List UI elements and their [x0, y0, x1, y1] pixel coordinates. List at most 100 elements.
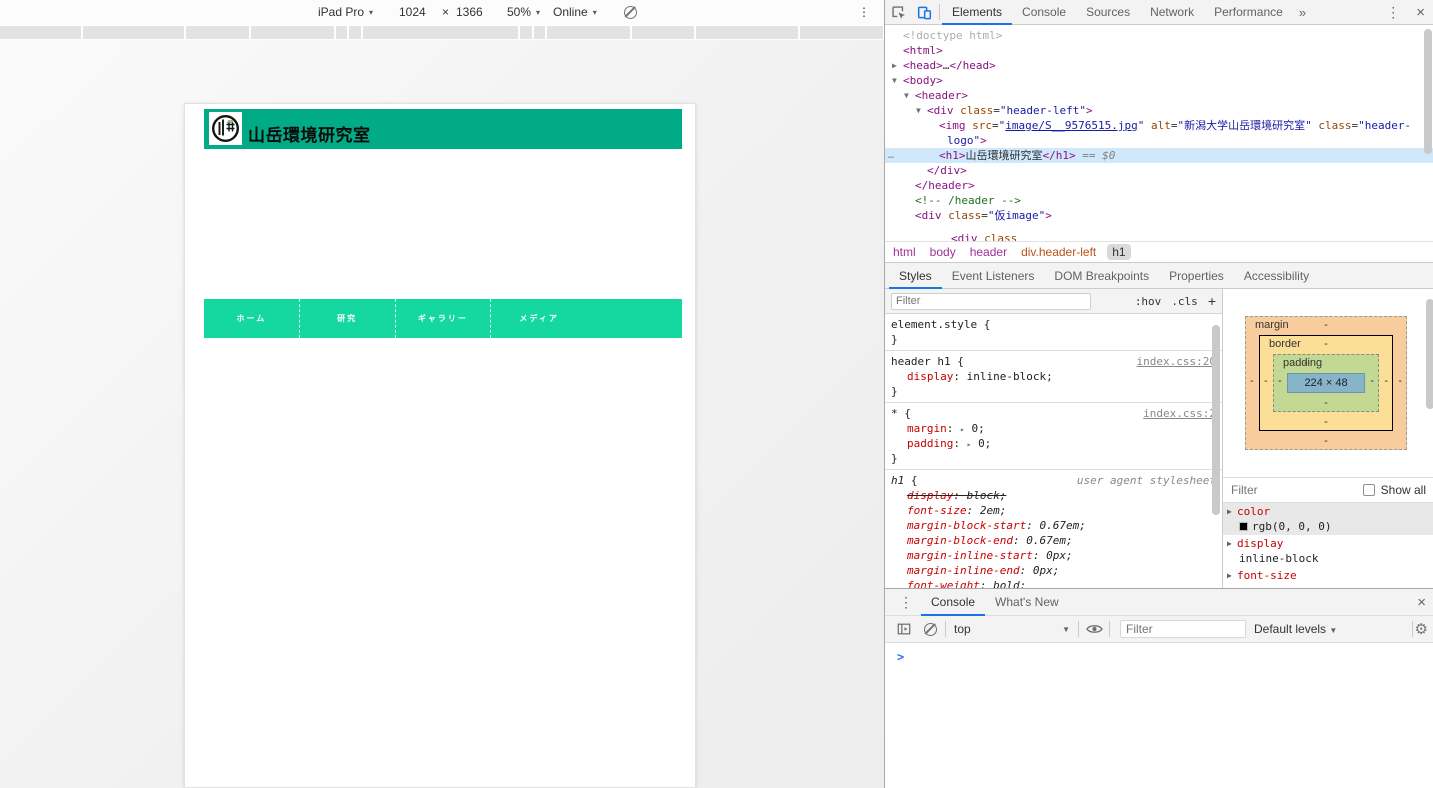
- style-property[interactable]: padding: ▸ 0;: [891, 436, 1216, 451]
- breadcrumb-item-body[interactable]: body: [930, 245, 956, 259]
- breadcrumb-item-header[interactable]: header: [970, 245, 1007, 259]
- nav-item-0[interactable]: ホーム: [204, 299, 300, 338]
- tree-row[interactable]: <img src="image/S__9576515.jpg" alt="新潟大…: [885, 118, 1433, 133]
- expand-arrow-icon[interactable]: ▶: [1227, 504, 1232, 519]
- tree-row[interactable]: ▼<header>: [885, 88, 1433, 103]
- viewport-height-field[interactable]: 1366: [456, 0, 483, 25]
- media-query-segment[interactable]: [83, 26, 184, 39]
- throttling-select[interactable]: Online▾: [553, 0, 597, 25]
- viewport-width-field[interactable]: 1024: [399, 0, 426, 25]
- expand-arrow-icon[interactable]: ▼: [904, 88, 909, 103]
- styles-filter-input[interactable]: [891, 293, 1091, 310]
- media-query-segment[interactable]: [547, 26, 630, 39]
- console-output[interactable]: >: [885, 643, 1433, 788]
- box-model-diagram[interactable]: margin - - - - border - - - - padding -: [1223, 289, 1433, 477]
- rule-selector[interactable]: h1: [891, 474, 904, 487]
- media-query-segment[interactable]: [186, 26, 249, 39]
- styles-scrollbar[interactable]: [1212, 325, 1220, 585]
- sidebar-tab-accessibility[interactable]: Accessibility: [1234, 263, 1319, 289]
- style-property[interactable]: font-size: 2em;: [891, 503, 1216, 518]
- style-property[interactable]: font-weight: bold;: [891, 578, 1216, 588]
- nav-item-2[interactable]: ギャラリー: [396, 299, 492, 338]
- site-logo[interactable]: [209, 112, 242, 145]
- tree-row[interactable]: logo">: [885, 133, 1433, 148]
- tab-performance[interactable]: Performance: [1204, 0, 1293, 25]
- expand-arrow-icon[interactable]: ▶: [892, 58, 897, 73]
- new-style-rule-button[interactable]: +: [1208, 293, 1216, 309]
- computed-property[interactable]: ▶displayinline-block: [1223, 535, 1433, 567]
- style-property[interactable]: margin: ▸ 0;: [891, 421, 1216, 436]
- execution-context-select[interactable]: top ▼: [948, 619, 1076, 639]
- media-query-segment[interactable]: [0, 26, 81, 39]
- rule-selector[interactable]: header h1: [891, 355, 951, 368]
- clear-console-button[interactable]: [917, 617, 943, 641]
- device-toolbar-toggle-button[interactable]: [911, 0, 937, 24]
- drawer-tab-what-s-new[interactable]: What's New: [985, 589, 1069, 616]
- media-query-segment[interactable]: [363, 26, 518, 39]
- tree-row[interactable]: <!doctype html>: [885, 28, 1433, 43]
- console-filter-input[interactable]: [1120, 620, 1246, 638]
- media-query-segment[interactable]: [251, 26, 334, 39]
- sidebar-tab-properties[interactable]: Properties: [1159, 263, 1234, 289]
- tree-row[interactable]: </header>: [885, 178, 1433, 193]
- console-settings-button[interactable]: ⚙: [1415, 620, 1428, 638]
- computed-property[interactable]: ▶colorrgb(0, 0, 0): [1223, 503, 1433, 535]
- drawer-tab-console[interactable]: Console: [921, 589, 985, 616]
- tab-network[interactable]: Network: [1140, 0, 1204, 25]
- media-query-segment[interactable]: [534, 26, 545, 39]
- style-property[interactable]: margin-block-end: 0.67em;: [891, 533, 1216, 548]
- stylesheet-link[interactable]: index.css:2: [1143, 406, 1216, 421]
- tree-row[interactable]: <html>: [885, 43, 1433, 58]
- style-property[interactable]: margin-inline-end: 0px;: [891, 563, 1216, 578]
- tree-row[interactable]: <div class="仮image">: [885, 208, 1433, 223]
- breadcrumb-item-div-header-left[interactable]: div.header-left: [1021, 245, 1096, 259]
- tree-row[interactable]: ▶<head>…</head>: [885, 58, 1433, 73]
- style-property[interactable]: display: block;: [891, 488, 1216, 503]
- margin-top-value[interactable]: -: [1246, 319, 1406, 331]
- drawer-close-button[interactable]: ×: [1409, 594, 1433, 611]
- style-property[interactable]: margin-inline-start: 0px;: [891, 548, 1216, 563]
- tree-row[interactable]: …<h1>山岳環境研究室</h1> == $0: [885, 148, 1433, 163]
- tree-row[interactable]: </div>: [885, 163, 1433, 178]
- console-prompt-chevron[interactable]: >: [897, 650, 904, 664]
- tree-row[interactable]: <!-- /header -->: [885, 193, 1433, 208]
- more-tabs-button[interactable]: »: [1293, 5, 1312, 20]
- border-top-value[interactable]: -: [1260, 338, 1392, 350]
- drawer-menu-button[interactable]: ⋮: [891, 594, 921, 611]
- expand-arrow-icon[interactable]: ▼: [916, 103, 921, 118]
- live-expression-button[interactable]: [1081, 617, 1107, 641]
- media-query-segment[interactable]: [632, 26, 694, 39]
- rotate-button[interactable]: [624, 6, 637, 20]
- stylesheet-link[interactable]: index.css:20: [1137, 354, 1216, 369]
- computed-filter-input[interactable]: [1231, 483, 1331, 497]
- nav-item-3[interactable]: メディア: [491, 299, 587, 338]
- media-query-segment[interactable]: [336, 26, 347, 39]
- style-rule[interactable]: element.style {}: [885, 314, 1222, 351]
- border-left-value[interactable]: -: [1264, 375, 1268, 387]
- media-query-segment[interactable]: [520, 26, 532, 39]
- tab-sources[interactable]: Sources: [1076, 0, 1140, 25]
- margin-right-value[interactable]: -: [1398, 375, 1402, 387]
- sidebar-tab-dom-breakpoints[interactable]: DOM Breakpoints: [1044, 263, 1159, 289]
- rule-selector[interactable]: element.style: [891, 318, 977, 331]
- nav-item-1[interactable]: 研究: [300, 299, 396, 338]
- style-rule[interactable]: index.css:2* {margin: ▸ 0;padding: ▸ 0;}: [885, 403, 1222, 470]
- devtools-menu-button[interactable]: ⋮: [1378, 4, 1408, 21]
- padding-top-value[interactable]: -: [1304, 357, 1308, 369]
- style-rule[interactable]: index.css:20header h1 {display: inline-b…: [885, 351, 1222, 403]
- padding-left-value[interactable]: -: [1278, 375, 1282, 387]
- border-right-value[interactable]: -: [1384, 375, 1388, 387]
- expand-arrow-icon[interactable]: ▼: [892, 73, 897, 88]
- margin-left-value[interactable]: -: [1250, 375, 1254, 387]
- sidebar-tab-styles[interactable]: Styles: [889, 263, 942, 289]
- media-query-segment[interactable]: [800, 26, 883, 39]
- box-model-margin[interactable]: margin - - - - border - - - - padding -: [1245, 316, 1407, 450]
- tab-elements[interactable]: Elements: [942, 0, 1012, 25]
- dom-tree-scrollbar[interactable]: [1424, 27, 1432, 239]
- style-rule[interactable]: user agent stylesheeth1 {display: block;…: [885, 470, 1222, 588]
- console-sidebar-toggle-button[interactable]: [891, 617, 917, 641]
- tree-row[interactable]: <div class: [885, 231, 1433, 241]
- log-levels-select[interactable]: Default levels ▼: [1254, 622, 1337, 636]
- tab-console[interactable]: Console: [1012, 0, 1076, 25]
- show-all-checkbox[interactable]: [1363, 484, 1375, 496]
